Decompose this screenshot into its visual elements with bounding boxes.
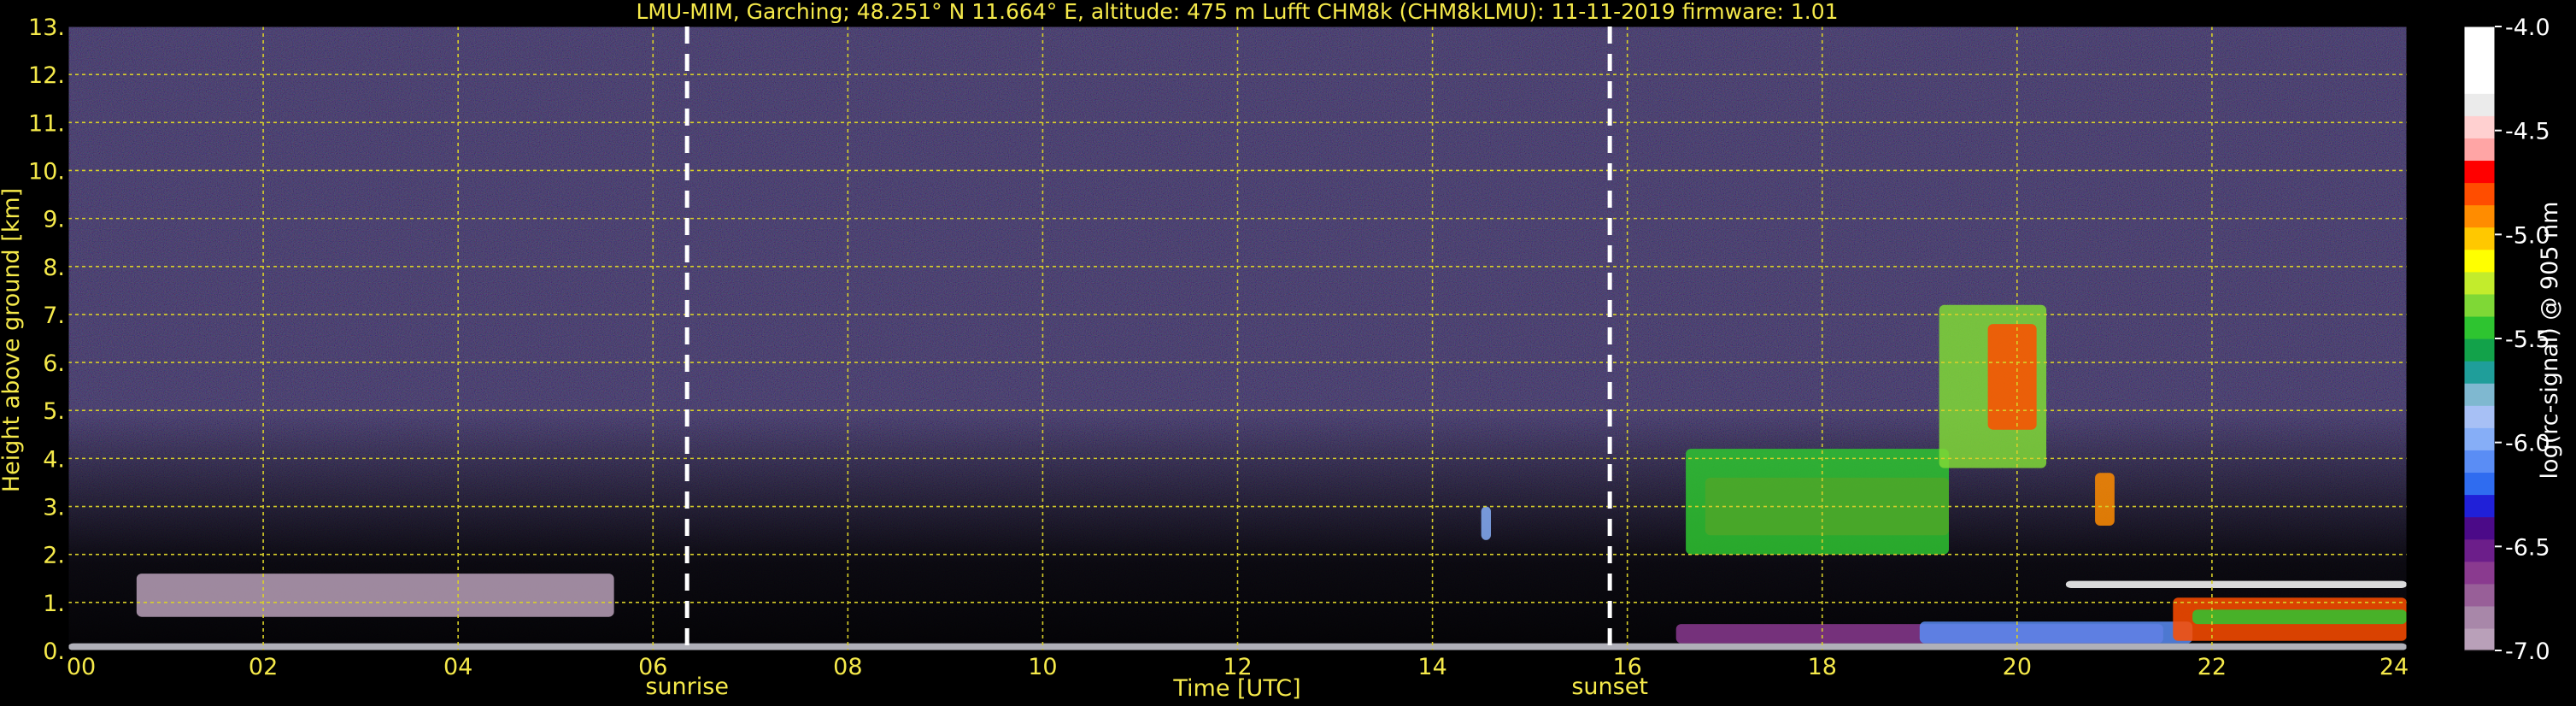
x-tick-label: 18 xyxy=(1808,654,1837,680)
colorbar-tick-label: -4.0 xyxy=(2505,15,2550,41)
lidar-backscatter-chart: sunrise sunset 0.1.2.3.4.5.6.7.8.9.10.11.… xyxy=(0,0,2563,702)
y-tick-label: 11. xyxy=(28,110,65,137)
colorbar-swatch xyxy=(2464,315,2495,339)
residual-layer xyxy=(136,574,614,617)
colorbar-tick-label: -7.0 xyxy=(2505,638,2550,665)
cloud-deck xyxy=(1686,449,1950,555)
y-tick-label: 12. xyxy=(28,62,65,89)
x-tick-label: 16 xyxy=(1612,654,1641,680)
colorbar-swatch xyxy=(2464,249,2495,273)
x-tick-label: 06 xyxy=(638,654,667,680)
faint-echo xyxy=(1481,506,1492,540)
y-tick-label: 5. xyxy=(43,398,65,425)
colorbar-swatch xyxy=(2464,271,2495,295)
colorbar-swatch xyxy=(2464,138,2495,162)
colorbar-swatch xyxy=(2464,627,2495,651)
colorbar-swatch xyxy=(2464,561,2495,585)
chart-title: LMU-MIM, Garching; 48.251° N 11.664° E, … xyxy=(636,0,1838,24)
y-tick-label: 4. xyxy=(43,446,65,473)
isolated-cloud xyxy=(2095,473,2115,526)
y-tick-label: 8. xyxy=(43,255,65,281)
x-tick-label: 04 xyxy=(443,654,472,680)
x-tick-label: 08 xyxy=(833,654,862,680)
boundary-layer-blue xyxy=(1919,621,2193,644)
x-axis-title: Time [UTC] xyxy=(1172,675,1300,702)
colorbar-swatch xyxy=(2464,26,2495,50)
x-tick-label: 10 xyxy=(1028,654,1057,680)
colorbar-swatch xyxy=(2464,115,2495,138)
colorbar-swatch xyxy=(2464,472,2495,496)
colorbar-swatch xyxy=(2464,160,2495,184)
y-axis: 0. 1. 2. 3. 4. 5. 6. 7. 8. 9. 10. 11. 12. 13. xyxy=(28,15,65,665)
colorbar-swatch xyxy=(2464,182,2495,206)
colorbar-swatch xyxy=(2464,293,2495,317)
y-tick-label: 3. xyxy=(43,495,65,521)
colorbar-swatch xyxy=(2464,427,2495,450)
x-tick-label: 24 xyxy=(2379,654,2409,680)
colorbar-swatch xyxy=(2464,383,2495,406)
y-tick-label: 13. xyxy=(28,15,65,41)
colorbar-swatch xyxy=(2464,204,2495,228)
y-tick-label: 0. xyxy=(43,638,65,665)
colorbar-swatch xyxy=(2464,93,2495,116)
y-tick-label: 2. xyxy=(43,543,65,569)
x-tick-label: 00 xyxy=(67,654,96,680)
colorbar-swatch xyxy=(2464,338,2495,362)
colorbar-swatch xyxy=(2464,49,2495,72)
colorbar-label: log(rc-signal) @ 905 nm xyxy=(2537,202,2563,479)
low-cloud-top xyxy=(2065,580,2407,588)
colorbar-swatch xyxy=(2464,538,2495,562)
x-tick-label: 22 xyxy=(2198,654,2227,680)
heatmap-area xyxy=(68,26,2407,650)
low-cloud-edge xyxy=(2192,609,2407,625)
colorbar-tick-label: -6.5 xyxy=(2505,534,2550,561)
y-tick-label: 7. xyxy=(43,303,65,329)
y-axis-title: Height above ground [km] xyxy=(0,188,25,492)
rising-cloud-core xyxy=(1987,324,2037,430)
y-tick-label: 1. xyxy=(43,591,65,617)
colorbar-swatch xyxy=(2464,583,2495,607)
colorbar-swatch xyxy=(2464,405,2495,428)
colorbar-tick-label: -4.5 xyxy=(2505,119,2550,145)
colorbar-swatch xyxy=(2464,450,2495,474)
x-tick-label: 20 xyxy=(2003,654,2032,680)
colorbar-swatch xyxy=(2464,71,2495,94)
y-tick-label: 9. xyxy=(43,207,65,233)
colorbar-swatch xyxy=(2464,494,2495,518)
colorbar-swatch xyxy=(2464,516,2495,540)
y-tick-label: 10. xyxy=(28,158,65,185)
x-tick-label: 02 xyxy=(249,654,278,680)
lower-fade xyxy=(68,26,2407,650)
colorbar-swatch xyxy=(2464,227,2495,250)
y-tick-label: 6. xyxy=(43,350,65,377)
colorbar-swatch xyxy=(2464,605,2495,629)
x-tick-label: 14 xyxy=(1417,654,1446,680)
colorbar-swatch xyxy=(2464,361,2495,384)
